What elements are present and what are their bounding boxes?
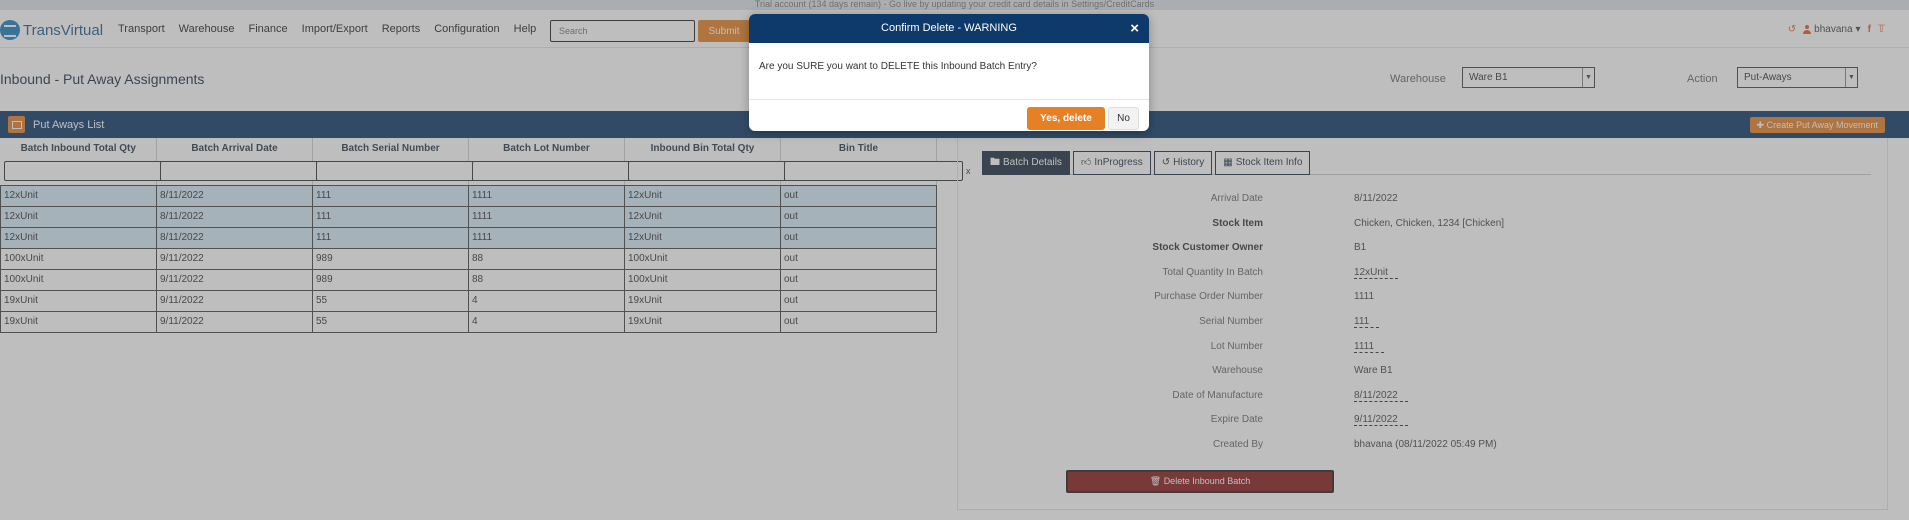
dialog-body: Are you SURE you want to DELETE this Inb… <box>749 43 1149 100</box>
confirm-delete-button[interactable]: Yes, delete <box>1027 107 1105 130</box>
dialog-title: Confirm Delete - WARNING <box>881 22 1017 34</box>
confirm-delete-dialog: Confirm Delete - WARNING × Are you SURE … <box>749 14 1149 131</box>
cancel-button[interactable]: No <box>1108 107 1139 130</box>
dialog-message: Are you SURE you want to DELETE this Inb… <box>759 61 1037 72</box>
dialog-header: Confirm Delete - WARNING × <box>749 14 1149 43</box>
dialog-footer: Yes, delete No <box>749 100 1149 131</box>
close-icon[interactable]: × <box>1130 14 1139 43</box>
